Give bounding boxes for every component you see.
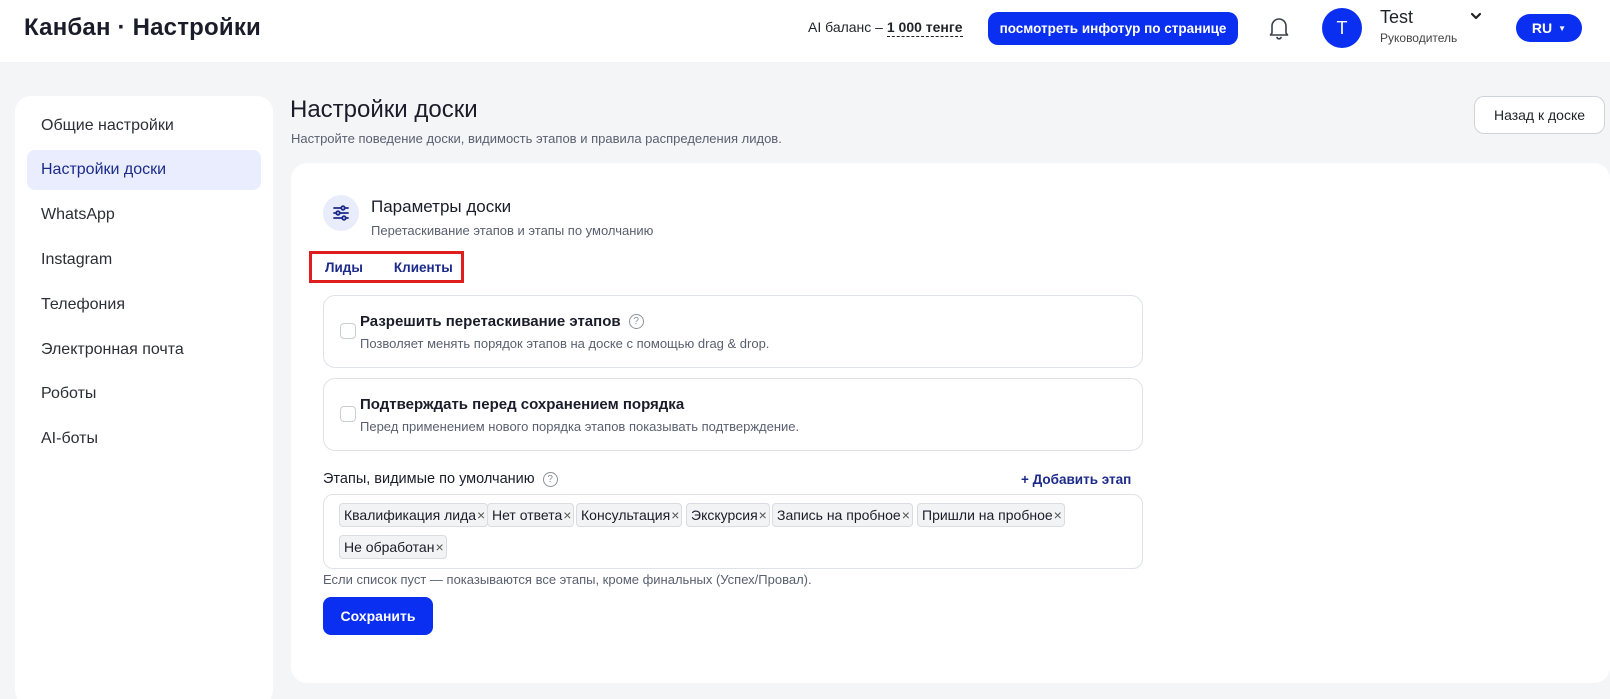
user-name[interactable]: Test: [1380, 7, 1413, 28]
stage-tag-label: Запись на пробное: [777, 507, 901, 523]
stages-multiselect[interactable]: Квалификация лида × Нет ответа × Консуль…: [323, 494, 1143, 569]
allow-drag-checkbox[interactable]: [340, 323, 356, 339]
stage-tag-label: Консультация: [581, 507, 671, 523]
option-allow-drag: Разрешить перетаскивание этапов ? Позвол…: [323, 295, 1143, 368]
stage-tag-label: Не обработан: [344, 539, 435, 555]
top-header: Канбан · Настройки AI баланс – 1 000 тен…: [0, 0, 1610, 62]
caret-down-icon: ▼: [1558, 23, 1567, 33]
sidebar-item-whatsapp[interactable]: WhatsApp: [27, 195, 261, 235]
section-title: Параметры доски: [371, 197, 512, 216]
section-subtitle: Перетаскивание этапов и этапы по умолчан…: [371, 223, 654, 238]
confirm-order-checkbox[interactable]: [340, 406, 356, 422]
infotour-button[interactable]: посмотреть инфотур по странице: [988, 12, 1238, 45]
settings-sidebar: Общие настройки Настройки доски WhatsApp…: [15, 96, 273, 699]
stage-tag: Квалификация лида ×: [339, 503, 489, 527]
user-role: Руководитель: [1380, 31, 1458, 45]
stage-tag-label: Квалификация лида: [344, 507, 477, 523]
language-label: RU: [1531, 20, 1553, 36]
page-subtitle: Настройте поведение доски, видимость эта…: [291, 131, 782, 146]
sliders-icon: [323, 195, 359, 231]
page-title: Настройки доски: [290, 96, 478, 123]
stage-tag-label: Экскурсия: [691, 507, 758, 523]
remove-tag-icon[interactable]: ×: [759, 507, 767, 523]
stage-tag: Пришли на пробное ×: [917, 503, 1065, 527]
help-icon[interactable]: ?: [542, 471, 558, 487]
allow-drag-label: Разрешить перетаскивание этапов: [360, 313, 621, 330]
confirm-order-description: Перед применением нового порядка этапов …: [360, 419, 800, 434]
back-to-board-button[interactable]: Назад к доске: [1474, 96, 1605, 134]
stage-tag: Экскурсия ×: [686, 503, 770, 527]
stages-label: Этапы, видимые по умолчанию: [323, 471, 535, 487]
ai-balance-label: AI баланс –: [808, 19, 883, 35]
tab-leads[interactable]: Лиды: [325, 260, 363, 275]
avatar[interactable]: T: [1322, 8, 1362, 48]
sidebar-item-instagram[interactable]: Instagram: [27, 240, 261, 280]
stages-hint: Если список пуст — показываются все этап…: [323, 572, 812, 587]
remove-tag-icon[interactable]: ×: [435, 539, 443, 555]
sidebar-item-board-settings[interactable]: Настройки доски: [27, 150, 261, 190]
remove-tag-icon[interactable]: ×: [1054, 507, 1062, 523]
help-icon[interactable]: ?: [628, 314, 644, 329]
sidebar-item-ai-bots[interactable]: AI-боты: [27, 419, 261, 459]
language-selector[interactable]: RU ▼: [1516, 14, 1582, 42]
remove-tag-icon[interactable]: ×: [671, 507, 679, 523]
remove-tag-icon[interactable]: ×: [477, 507, 485, 523]
save-button[interactable]: Сохранить: [323, 597, 433, 635]
stage-tag: Нет ответа ×: [487, 503, 575, 527]
stage-tag-label: Нет ответа: [492, 507, 563, 523]
tab-clients[interactable]: Клиенты: [394, 260, 453, 275]
ai-balance: AI баланс – 1 000 тенге: [808, 19, 963, 37]
sidebar-item-robots[interactable]: Роботы: [27, 374, 261, 414]
ai-balance-value[interactable]: 1 000 тенге: [886, 19, 963, 37]
remove-tag-icon[interactable]: ×: [902, 507, 910, 523]
chevron-down-icon[interactable]: [1469, 9, 1483, 23]
allow-drag-description: Позволяет менять порядок этапов на доске…: [360, 336, 770, 351]
add-stage-link[interactable]: + Добавить этап: [1021, 472, 1131, 487]
sidebar-item-email[interactable]: Электронная почта: [27, 330, 261, 370]
bell-icon[interactable]: [1267, 15, 1291, 41]
option-confirm-order: Подтверждать перед сохранением порядка П…: [323, 378, 1143, 451]
option-title: Разрешить перетаскивание этапов ?: [360, 313, 644, 330]
stage-tag: Не обработан ×: [339, 535, 447, 559]
entity-tabs: Лиды Клиенты: [309, 251, 464, 283]
stages-label-row: Этапы, видимые по умолчанию ?: [323, 471, 558, 487]
confirm-order-label: Подтверждать перед сохранением порядка: [360, 396, 685, 413]
sidebar-item-general[interactable]: Общие настройки: [27, 106, 261, 146]
board-params-card: Параметры доски Перетаскивание этапов и …: [291, 163, 1610, 683]
remove-tag-icon[interactable]: ×: [563, 507, 571, 523]
stage-tag: Запись на пробное ×: [772, 503, 913, 527]
option-title: Подтверждать перед сохранением порядка: [360, 396, 684, 413]
stage-tag: Консультация ×: [576, 503, 683, 527]
stage-tag-label: Пришли на пробное: [922, 507, 1053, 523]
sidebar-item-telephony[interactable]: Телефония: [27, 285, 261, 325]
app-title: Канбан · Настройки: [24, 14, 262, 41]
